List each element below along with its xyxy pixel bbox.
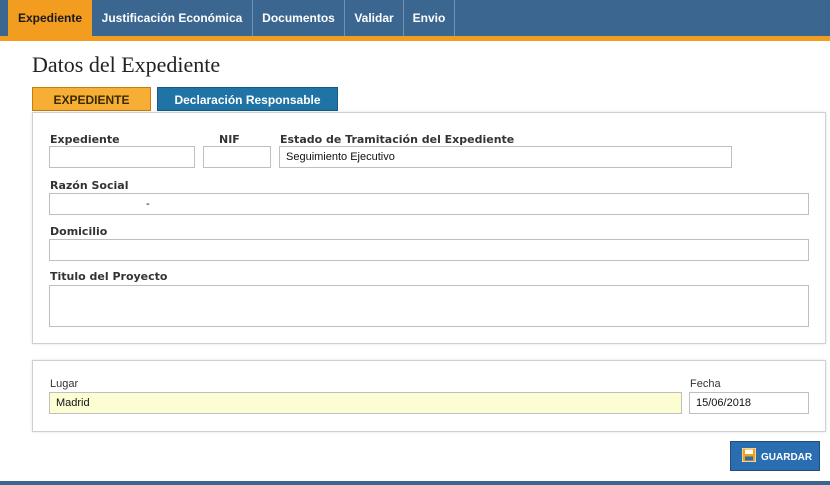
guardar-button[interactable]: GUARDAR xyxy=(730,441,820,471)
estado-label: Estado de Tramitación del Expediente xyxy=(280,133,515,146)
titulo-proyecto-label: Titulo del Proyecto xyxy=(50,270,168,283)
nif-field[interactable] xyxy=(203,146,271,168)
nav-tab-validar[interactable]: Validar xyxy=(345,0,404,36)
guardar-label: GUARDAR xyxy=(761,452,813,463)
expediente-label: Expediente xyxy=(50,133,120,146)
subtab-expediente[interactable]: EXPEDIENTE xyxy=(32,87,151,111)
fecha-field[interactable] xyxy=(689,392,809,414)
domicilio-field[interactable] xyxy=(49,239,809,261)
nav-tab-expediente[interactable]: Expediente xyxy=(8,0,92,36)
estado-field[interactable] xyxy=(279,146,732,168)
titulo-proyecto-field[interactable] xyxy=(49,285,809,327)
lugar-field[interactable] xyxy=(49,392,682,414)
page-title: Datos del Expediente xyxy=(32,52,221,77)
top-navigation: Expediente Justificación Económica Docum… xyxy=(0,0,830,36)
fecha-label: Fecha xyxy=(690,378,721,390)
bottom-bar xyxy=(0,481,830,485)
nav-tab-justificacion-economica[interactable]: Justificación Económica xyxy=(92,0,253,36)
razon-social-label: Razón Social xyxy=(50,179,129,192)
subtab-declaracion-responsable[interactable]: Declaración Responsable xyxy=(157,87,338,111)
nav-tab-documentos[interactable]: Documentos xyxy=(253,0,345,36)
lugar-label: Lugar xyxy=(50,378,79,390)
domicilio-label: Domicilio xyxy=(50,225,108,238)
lugar-fecha-panel: Lugar Fecha xyxy=(32,360,826,432)
save-icon xyxy=(742,448,756,462)
nav-tab-envio[interactable]: Envio xyxy=(404,0,455,36)
nav-accent-strip xyxy=(0,36,830,41)
expediente-panel: Expediente NIF Estado de Tramitación del… xyxy=(32,112,826,344)
nif-label: NIF xyxy=(219,133,240,146)
expediente-field[interactable] xyxy=(49,146,195,168)
razon-social-field[interactable] xyxy=(49,193,809,215)
